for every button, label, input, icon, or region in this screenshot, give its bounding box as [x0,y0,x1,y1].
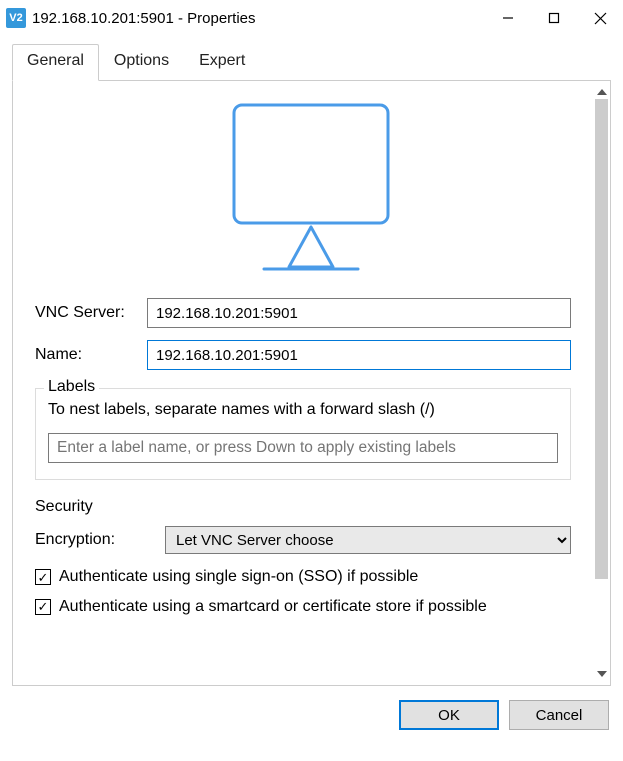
security-legend: Security [35,498,587,516]
labels-input[interactable] [48,433,558,463]
app-icon: V2 [6,8,26,28]
tab-general[interactable]: General [12,44,99,81]
tab-panel-general: VNC Server: Name: Labels To nest labels,… [12,81,611,686]
cancel-button[interactable]: Cancel [509,700,609,730]
sso-checkbox-label: Authenticate using single sign-on (SSO) … [59,566,587,588]
name-label: Name: [35,346,147,364]
tabs-bar: General Options Expert [0,36,623,81]
monitor-illustration [35,99,587,274]
labels-fieldset: Labels To nest labels, separate names wi… [35,388,571,480]
window-title: 192.168.10.201:5901 - Properties [32,10,485,27]
sso-checkbox[interactable] [35,569,51,585]
scroll-down-icon[interactable] [593,667,610,681]
encryption-label: Encryption: [35,531,165,549]
labels-legend: Labels [44,378,99,396]
scroll-track[interactable] [593,99,610,667]
scroll-up-icon[interactable] [593,85,610,99]
smartcard-checkbox[interactable] [35,599,51,615]
scroll-thumb[interactable] [595,99,608,579]
vnc-server-label: VNC Server: [35,304,147,322]
maximize-button[interactable] [531,0,577,36]
smartcard-checkbox-label: Authenticate using a smartcard or certif… [59,596,587,618]
encryption-select[interactable]: Let VNC Server choose [165,526,571,554]
tab-options[interactable]: Options [99,44,184,80]
name-input[interactable] [147,340,571,370]
tab-expert[interactable]: Expert [184,44,260,80]
vertical-scrollbar[interactable] [593,81,610,685]
close-button[interactable] [577,0,623,36]
vnc-server-input[interactable] [147,298,571,328]
dialog-button-bar: OK Cancel [0,692,623,740]
minimize-button[interactable] [485,0,531,36]
titlebar: V2 192.168.10.201:5901 - Properties [0,0,623,36]
ok-button[interactable]: OK [399,700,499,730]
labels-hint: To nest labels, separate names with a fo… [48,399,558,421]
